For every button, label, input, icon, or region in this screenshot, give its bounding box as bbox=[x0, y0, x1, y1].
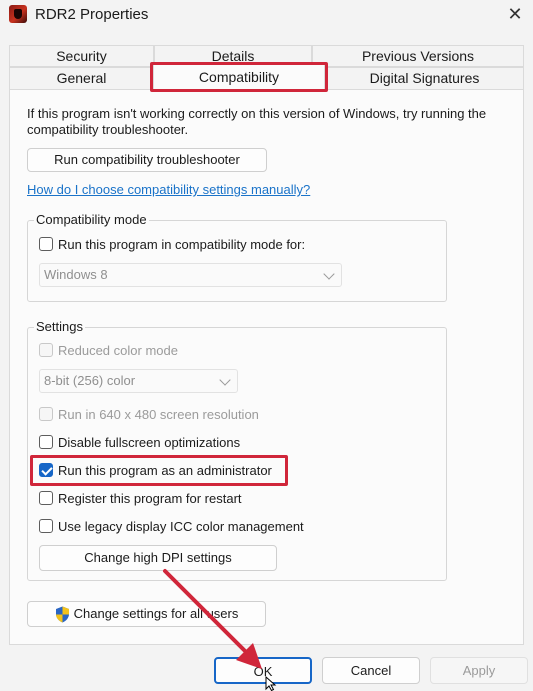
chevron-down-icon bbox=[219, 374, 231, 386]
tab-security[interactable]: Security bbox=[9, 45, 154, 67]
close-icon[interactable]: ✕ bbox=[503, 3, 527, 25]
intro-text: If this program isn't working correctly … bbox=[27, 106, 487, 137]
apply-button: Apply bbox=[430, 657, 528, 684]
tab-general[interactable]: General bbox=[9, 67, 154, 90]
compat-mode-label: Run this program in compatibility mode f… bbox=[58, 236, 306, 252]
legacy-icc-checkbox[interactable] bbox=[39, 519, 53, 533]
run-as-admin-checkbox[interactable] bbox=[39, 463, 53, 477]
change-all-users-label: Change settings for all users bbox=[73, 606, 239, 621]
uac-shield-icon bbox=[55, 606, 69, 623]
res-640-checkbox bbox=[39, 407, 53, 421]
legacy-icc-label: Use legacy display ICC color management bbox=[58, 518, 304, 534]
color-select-value: 8-bit (256) color bbox=[44, 373, 136, 388]
color-select: 8-bit (256) color bbox=[39, 369, 238, 393]
ok-button[interactable]: OK bbox=[214, 657, 312, 684]
reduced-color-row: Reduced color mode bbox=[39, 341, 178, 359]
reduced-color-label: Reduced color mode bbox=[58, 342, 178, 358]
res-640-label: Run in 640 x 480 screen resolution bbox=[58, 406, 259, 422]
window-title: RDR2 Properties bbox=[35, 6, 149, 23]
tab-digital-signatures[interactable]: Digital Signatures bbox=[325, 67, 524, 90]
app-icon bbox=[9, 5, 27, 23]
tab-compatibility[interactable]: Compatibility bbox=[153, 64, 325, 90]
cancel-button[interactable]: Cancel bbox=[322, 657, 420, 684]
tab-previous-versions[interactable]: Previous Versions bbox=[312, 45, 524, 67]
reduced-color-checkbox bbox=[39, 343, 53, 357]
compatibility-mode-group bbox=[27, 220, 447, 302]
mouse-cursor-icon bbox=[265, 676, 277, 691]
change-all-users-button[interactable]: Change settings for all users bbox=[27, 601, 266, 627]
compat-mode-checkbox[interactable] bbox=[39, 237, 53, 251]
change-dpi-button[interactable]: Change high DPI settings bbox=[39, 545, 277, 571]
disable-fullscreen-label: Disable fullscreen optimizations bbox=[58, 434, 241, 450]
chevron-down-icon bbox=[323, 268, 335, 280]
run-as-admin-row[interactable]: Run this program as an administrator bbox=[39, 461, 272, 479]
res-640-row: Run in 640 x 480 screen resolution bbox=[39, 405, 259, 423]
disable-fullscreen-row[interactable]: Disable fullscreen optimizations bbox=[39, 433, 240, 451]
register-restart-row[interactable]: Register this program for restart bbox=[39, 489, 242, 507]
os-select[interactable]: Windows 8 bbox=[39, 263, 342, 287]
compatibility-mode-title: Compatibility mode bbox=[34, 212, 149, 227]
legacy-icc-row[interactable]: Use legacy display ICC color management bbox=[39, 517, 304, 535]
register-restart-label: Register this program for restart bbox=[58, 490, 242, 506]
settings-title: Settings bbox=[34, 319, 85, 334]
disable-fullscreen-checkbox[interactable] bbox=[39, 435, 53, 449]
run-as-admin-label: Run this program as an administrator bbox=[58, 462, 272, 478]
os-select-value: Windows 8 bbox=[44, 267, 108, 282]
settings-group bbox=[27, 327, 447, 581]
help-link[interactable]: How do I choose compatibility settings m… bbox=[27, 182, 310, 197]
run-troubleshooter-button[interactable]: Run compatibility troubleshooter bbox=[27, 148, 267, 172]
compat-mode-row[interactable]: Run this program in compatibility mode f… bbox=[39, 235, 305, 253]
register-restart-checkbox[interactable] bbox=[39, 491, 53, 505]
